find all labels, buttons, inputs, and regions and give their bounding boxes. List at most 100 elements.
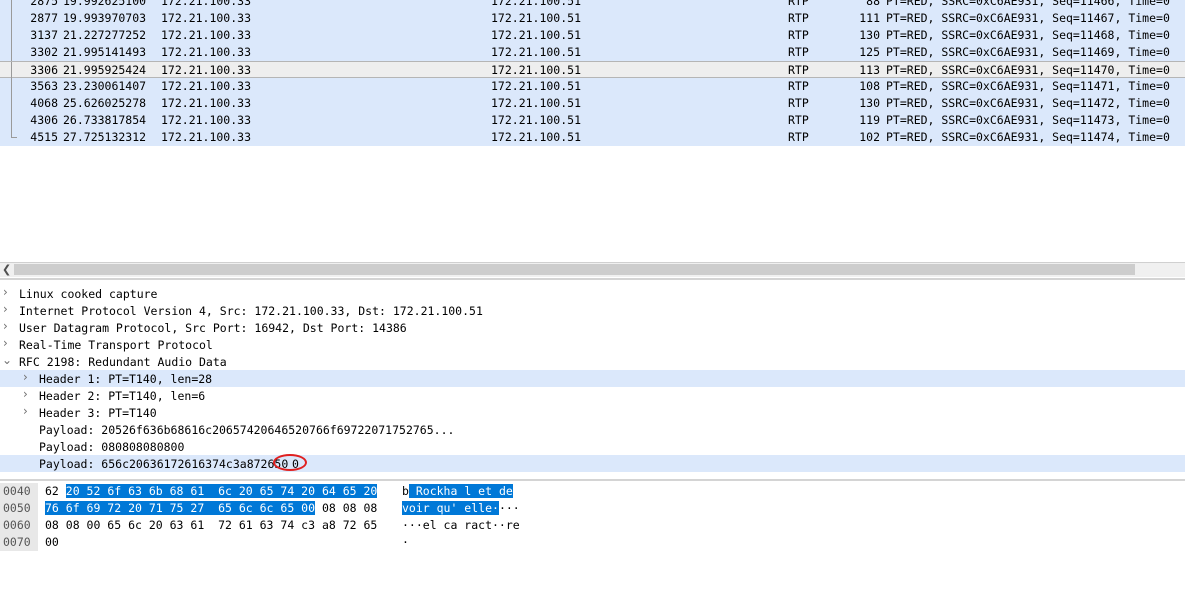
packet-source: 172.21.100.33	[161, 63, 252, 77]
packet-source: 172.21.100.33	[161, 45, 252, 59]
packet-length: 130	[859, 28, 880, 42]
packet-length: 125	[859, 45, 880, 59]
tree-item-payload-3[interactable]: Payload: 656c20636172616374c3a872650 0	[0, 454, 1185, 472]
tree-item-header-2[interactable]: › Header 2: PT=T140, len=6	[0, 387, 1185, 404]
packet-length: 108	[859, 79, 880, 93]
chevron-right-icon[interactable]: ›	[23, 404, 28, 418]
packet-row[interactable]: 4515 27.725132312 172.21.100.33 172.21.1…	[0, 129, 1185, 146]
packet-row[interactable]: 2877 19.993970703 172.21.100.33 172.21.1…	[0, 10, 1185, 27]
packet-source: 172.21.100.33	[161, 113, 252, 127]
packet-row[interactable]: 4068 25.626025278 172.21.100.33 172.21.1…	[0, 95, 1185, 112]
packet-time: 27.725132312	[63, 130, 147, 144]
packet-destination: 172.21.100.51	[491, 63, 582, 77]
packet-source: 172.21.100.33	[161, 96, 252, 110]
packet-length: 119	[859, 113, 880, 127]
conversation-tree-line	[4, 95, 16, 112]
chevron-right-icon[interactable]: ›	[3, 302, 8, 316]
conversation-tree-line	[4, 27, 16, 44]
packet-protocol: RTP	[788, 0, 809, 8]
tree-item-header-3[interactable]: › Header 3: PT=T140	[0, 404, 1185, 421]
conversation-tree-line	[4, 112, 16, 129]
packet-number: 4306	[30, 113, 58, 127]
packet-time: 21.995141493	[63, 45, 147, 59]
packet-row[interactable]: 2875 19.992625100 172.21.100.33 172.21.1…	[0, 0, 1185, 10]
packet-length: 102	[859, 130, 880, 144]
conversation-tree-end	[4, 129, 17, 146]
tree-item-rfc2198[interactable]: ⌄ RFC 2198: Redundant Audio Data	[0, 353, 1185, 370]
packet-destination: 172.21.100.51	[491, 0, 582, 8]
bytes-offset: 0050	[0, 500, 38, 517]
packet-destination: 172.21.100.51	[491, 96, 582, 110]
packet-details-tree[interactable]: › Linux cooked capture › Internet Protoc…	[0, 283, 1185, 476]
tree-item-ipv4[interactable]: › Internet Protocol Version 4, Src: 172.…	[0, 302, 1185, 319]
packet-number: 3563	[30, 79, 58, 93]
packet-row[interactable]: 3137 21.227277252 172.21.100.33 172.21.1…	[0, 27, 1185, 44]
bytes-ascii[interactable]: ·	[402, 534, 409, 551]
tree-item-payload-2[interactable]: Payload: 080808080800	[0, 438, 1185, 455]
bytes-offset: 0060	[0, 517, 38, 534]
pane-splitter[interactable]	[0, 479, 1185, 481]
packet-info: PT=RED, SSRC=0xC6AE931, Seq=11470, Time=…	[886, 63, 1170, 77]
packet-row[interactable]: 3563 23.230061407 172.21.100.33 172.21.1…	[0, 78, 1185, 95]
bytes-hex[interactable]: 08 08 00 65 6c 20 63 61 72 61 63 74 c3 a…	[45, 517, 377, 534]
bytes-ascii[interactable]: b Rockha l et de	[402, 483, 513, 500]
conversation-tree-line	[4, 62, 16, 79]
bytes-hex[interactable]: 76 6f 69 72 20 71 75 27 65 6c 6c 65 00 0…	[45, 500, 377, 517]
packet-source: 172.21.100.33	[161, 130, 252, 144]
packet-source: 172.21.100.33	[161, 79, 252, 93]
bytes-offset: 0040	[0, 483, 38, 500]
packet-destination: 172.21.100.51	[491, 79, 582, 93]
packet-row-selected[interactable]: 3306 21.995925424 172.21.100.33 172.21.1…	[0, 61, 1185, 79]
pane-splitter[interactable]	[0, 278, 1185, 280]
packet-protocol: RTP	[788, 96, 809, 110]
bytes-hex[interactable]: 00	[45, 534, 59, 551]
tree-item-udp[interactable]: › User Datagram Protocol, Src Port: 1694…	[0, 319, 1185, 336]
bytes-ascii-selection: Rockha l et de	[408, 484, 513, 498]
packet-protocol: RTP	[788, 45, 809, 59]
conversation-tree-line	[4, 10, 16, 27]
chevron-right-icon[interactable]: ›	[23, 370, 28, 384]
packet-time: 19.993970703	[63, 11, 147, 25]
packet-source: 172.21.100.33	[161, 11, 252, 25]
packet-number: 4068	[30, 96, 58, 110]
tree-item-rtp[interactable]: › Real-Time Transport Protocol	[0, 336, 1185, 353]
bytes-ascii[interactable]: voir qu' elle····	[402, 500, 520, 517]
chevron-down-icon[interactable]: ⌄	[2, 353, 12, 367]
packet-time: 25.626025278	[63, 96, 147, 110]
packet-list-hscrollbar[interactable]: ❮	[0, 262, 1185, 277]
packet-protocol: RTP	[788, 79, 809, 93]
packet-destination: 172.21.100.51	[491, 113, 582, 127]
packet-row[interactable]: 3302 21.995141493 172.21.100.33 172.21.1…	[0, 44, 1185, 61]
tree-item-payload-1[interactable]: Payload: 20526f636b68616c206574206465207…	[0, 421, 1185, 438]
packet-info: PT=RED, SSRC=0xC6AE931, Seq=11472, Time=…	[886, 96, 1170, 110]
chevron-right-icon[interactable]: ›	[23, 387, 28, 401]
packet-row[interactable]: 4306 26.733817854 172.21.100.33 172.21.1…	[0, 112, 1185, 129]
packet-info: PT=RED, SSRC=0xC6AE931, Seq=11468, Time=…	[886, 28, 1170, 42]
bytes-hex-selection: 76 6f 69 72 20 71 75 27 65 6c 6c 65 00	[45, 501, 316, 515]
packet-destination: 172.21.100.51	[491, 130, 582, 144]
packet-destination: 172.21.100.51	[491, 45, 582, 59]
bytes-hex[interactable]: 62 20 52 6f 63 6b 68 61 6c 20 65 74 20 6…	[45, 483, 378, 500]
packet-bytes-pane[interactable]: 0040 62 20 52 6f 63 6b 68 61 6c 20 65 74…	[0, 483, 1185, 551]
chevron-right-icon[interactable]: ›	[3, 285, 8, 299]
chevron-right-icon[interactable]: ›	[3, 319, 8, 333]
packet-number: 4515	[30, 130, 58, 144]
packet-list[interactable]: 2875 19.992625100 172.21.100.33 172.21.1…	[0, 0, 1185, 262]
packet-info: PT=RED, SSRC=0xC6AE931, Seq=11466, Time=…	[886, 0, 1170, 8]
packet-time: 21.995925424	[63, 63, 147, 77]
packet-info: PT=RED, SSRC=0xC6AE931, Seq=11471, Time=…	[886, 79, 1170, 93]
tree-item-linux-cooked[interactable]: › Linux cooked capture	[0, 285, 1185, 302]
packet-time: 23.230061407	[63, 79, 147, 93]
bytes-ascii[interactable]: ···el ca ract··re	[402, 517, 520, 534]
tree-item-header-1[interactable]: › Header 1: PT=T140, len=28	[0, 370, 1185, 387]
packet-number: 2875	[30, 0, 58, 8]
hscrollbar-thumb[interactable]	[14, 264, 1135, 275]
chevron-right-icon[interactable]: ›	[3, 336, 8, 350]
chevron-left-icon[interactable]: ❮	[2, 263, 11, 276]
bytes-hex-selection: 20 52 6f 63 6b 68 61 6c 20 65 74 20 64 6…	[65, 484, 378, 498]
conversation-tree-line	[4, 78, 16, 95]
conversation-tree-line	[4, 0, 16, 10]
packet-destination: 172.21.100.51	[491, 28, 582, 42]
packet-number: 3137	[30, 28, 58, 42]
packet-protocol: RTP	[788, 11, 809, 25]
